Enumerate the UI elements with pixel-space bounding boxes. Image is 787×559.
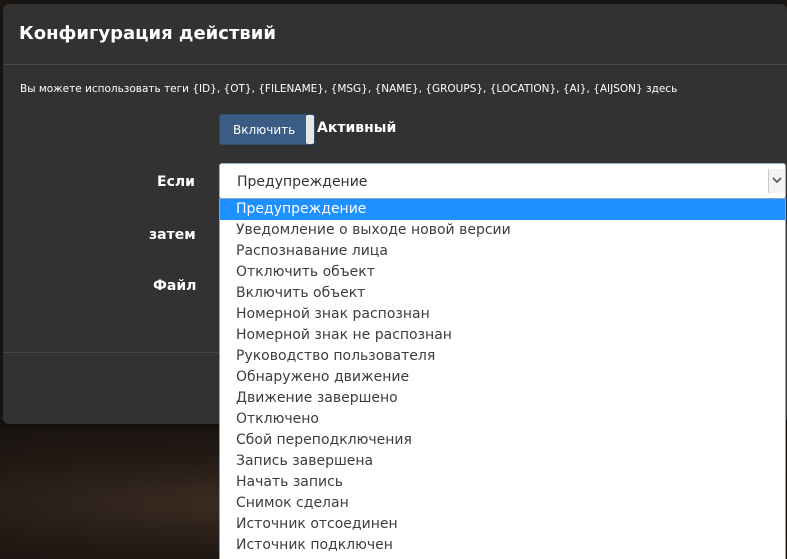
if-select-value: Предупреждение	[237, 174, 368, 190]
file-label: Файл	[153, 278, 197, 294]
dropdown-option[interactable]: Распознавание лица	[220, 241, 785, 262]
toggle-handle[interactable]	[306, 115, 314, 144]
modal-header: Конфигурация действий	[3, 4, 787, 65]
dropdown-option[interactable]: Предупреждение	[220, 199, 785, 220]
tags-hint: Вы можете использовать теги {ID}, {OT}, …	[20, 83, 678, 95]
dropdown-option[interactable]: Запись завершена	[220, 451, 785, 472]
dropdown-option[interactable]: Номерной знак распознан	[220, 304, 785, 325]
dropdown-option[interactable]: Руководство пользователя	[220, 346, 785, 367]
dropdown-option[interactable]: Снимок сделан	[220, 493, 785, 514]
dropdown-option[interactable]: Номерной знак не распознан	[220, 325, 785, 346]
modal-title: Конфигурация действий	[19, 23, 277, 44]
if-label: Если	[157, 174, 195, 190]
if-select-dropdown[interactable]: Предупреждение Уведомление о выходе новой…	[219, 198, 786, 559]
enable-toggle-label: Включить	[233, 123, 296, 137]
dropdown-option[interactable]: Источник отсоединен	[220, 514, 785, 535]
dropdown-option[interactable]: Сбой переподключения	[220, 430, 785, 451]
dropdown-option[interactable]: Обнаружено движение	[220, 367, 785, 388]
dropdown-option[interactable]: Включить объект	[220, 283, 785, 304]
dropdown-option[interactable]: Отключено	[220, 409, 785, 430]
dropdown-option[interactable]: Источник подключен	[220, 535, 785, 556]
then-label: затем	[149, 227, 196, 243]
dropdown-option[interactable]: Уведомление о выходе новой версии	[220, 220, 785, 241]
enable-toggle[interactable]: Включить	[219, 114, 315, 145]
toggle-status: Активный	[317, 120, 397, 136]
dropdown-option[interactable]: Движение завершено	[220, 388, 785, 409]
modal-footer-divider	[3, 352, 220, 353]
dropdown-option[interactable]: Отключить объект	[220, 262, 785, 283]
dropdown-option[interactable]: Начать запись	[220, 472, 785, 493]
chevron-down-icon[interactable]	[768, 169, 785, 193]
if-select[interactable]: Предупреждение	[219, 163, 786, 199]
